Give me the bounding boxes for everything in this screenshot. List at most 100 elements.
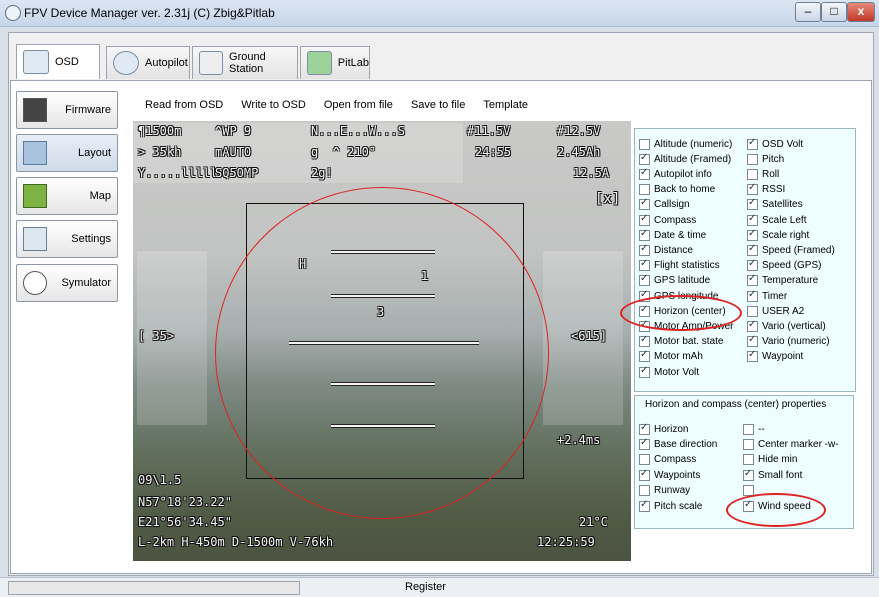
sidebar-settings-button[interactable]: Settings — [16, 220, 118, 258]
sidebar-map-button[interactable]: Map — [16, 177, 118, 215]
checkbox-motor-mah[interactable]: Motor mAh — [639, 349, 703, 364]
checkbox-box[interactable] — [639, 485, 650, 497]
save-to-file-button[interactable]: Save to file — [402, 96, 474, 114]
checkbox-box[interactable] — [747, 213, 758, 226]
checkbox-box[interactable] — [743, 454, 754, 466]
checkbox-center-marker-w[interactable]: Center marker -w- — [743, 437, 839, 451]
template-button[interactable]: Template — [474, 96, 537, 114]
checkbox-box[interactable] — [639, 243, 650, 256]
checkbox-speed-gps[interactable]: Speed (GPS) — [747, 258, 821, 273]
checkbox-box[interactable] — [743, 468, 754, 481]
checkbox-box[interactable] — [639, 454, 650, 466]
register-label[interactable]: Register — [405, 581, 446, 593]
checkbox-user-a2[interactable]: USER A2 — [747, 304, 804, 318]
checkbox-box[interactable] — [639, 197, 650, 211]
checkbox-box[interactable] — [639, 349, 650, 363]
checkbox-box[interactable] — [747, 319, 758, 332]
checkbox-motor-bat-state[interactable]: Motor bat. state — [639, 334, 723, 349]
checkbox-box[interactable] — [743, 438, 754, 450]
checkbox-pitch-scale[interactable]: Pitch scale — [639, 499, 702, 513]
checkbox-box[interactable] — [639, 184, 650, 196]
checkbox-small-font[interactable]: Small font — [743, 468, 802, 482]
read-from-osd-button[interactable]: Read from OSD — [136, 96, 232, 114]
checkbox-[interactable]: -- — [743, 422, 765, 436]
checkbox-label: Waypoint — [762, 351, 804, 363]
tab-autopilot[interactable]: Autopilot — [106, 46, 190, 79]
checkbox-gps-latitude[interactable]: GPS latitude — [639, 273, 710, 288]
checkbox-box[interactable] — [747, 197, 758, 211]
maximize-button[interactable]: □ — [821, 2, 847, 22]
write-to-osd-button[interactable]: Write to OSD — [232, 96, 315, 114]
checkbox-box[interactable] — [747, 334, 758, 348]
tab-ground-station[interactable]: Ground Station — [192, 46, 298, 79]
open-from-file-button[interactable]: Open from file — [315, 96, 402, 114]
osd-preview[interactable]: ¶1500m ^WP 9 N...E...W...S #11.5V #12.5V… — [133, 121, 631, 561]
checkbox-box[interactable] — [639, 273, 650, 287]
close-button[interactable]: x — [847, 2, 875, 22]
checkbox-callsign[interactable]: Callsign — [639, 197, 690, 212]
checkbox-box[interactable] — [639, 228, 650, 241]
checkbox-box[interactable] — [747, 168, 758, 180]
checkbox-back-to-home[interactable]: Back to home — [639, 183, 715, 197]
checkbox-box[interactable] — [743, 423, 754, 435]
osd-speed: > 35kh — [138, 145, 182, 159]
osd-gforce: 2g! — [311, 166, 333, 180]
checkbox-scale-right[interactable]: Scale right — [747, 228, 809, 242]
checkbox-box[interactable] — [639, 499, 650, 512]
checkbox-vario-numeric[interactable]: Vario (numeric) — [747, 334, 830, 349]
checkbox-temperature[interactable]: Temperature — [747, 273, 818, 288]
status-bar: Register — [0, 577, 879, 597]
checkbox-box[interactable] — [639, 437, 650, 450]
checkbox-compass[interactable]: Compass — [639, 453, 696, 467]
checkbox-box[interactable] — [747, 305, 758, 317]
tab-pitlab[interactable]: PitLab — [300, 46, 370, 79]
sidebar-firmware-button[interactable]: Firmware — [16, 91, 118, 129]
checkbox-box[interactable] — [639, 213, 650, 226]
tab-osd[interactable]: OSD — [16, 44, 100, 79]
checkbox-box[interactable] — [639, 167, 650, 180]
checkbox-distance[interactable]: Distance — [639, 243, 693, 257]
checkbox-vario-vertical[interactable]: Vario (vertical) — [747, 319, 826, 333]
checkbox-box[interactable] — [747, 137, 758, 150]
checkbox-speed-framed[interactable]: Speed (Framed) — [747, 243, 835, 257]
checkbox-box[interactable] — [747, 289, 758, 302]
checkbox-waypoints[interactable]: Waypoints — [639, 468, 700, 482]
checkbox-satellites[interactable]: Satellites — [747, 197, 803, 212]
checkbox-runway[interactable]: Runway — [639, 484, 690, 498]
checkbox-timer[interactable]: Timer — [747, 289, 787, 303]
checkbox-box[interactable] — [747, 258, 758, 272]
checkbox-motor-volt[interactable]: Motor Volt — [639, 365, 699, 379]
checkbox-roll[interactable]: Roll — [747, 167, 779, 181]
checkbox-box[interactable] — [639, 138, 650, 150]
checkbox-box[interactable] — [639, 152, 650, 165]
checkbox-waypoint[interactable]: Waypoint — [747, 349, 804, 364]
checkbox-base-direction[interactable]: Base direction — [639, 437, 717, 451]
checkbox-box[interactable] — [747, 153, 758, 165]
checkbox-box[interactable] — [639, 258, 650, 272]
osd-compass-tape: N...E...W...S — [311, 124, 405, 138]
checkbox-box[interactable] — [639, 468, 650, 481]
checkbox-rssi[interactable]: RSSI — [747, 182, 785, 197]
checkbox-box[interactable] — [747, 243, 758, 256]
checkbox-pitch[interactable]: Pitch — [747, 152, 784, 166]
sidebar-layout-button[interactable]: Layout — [16, 134, 118, 172]
sidebar-symulator-button[interactable]: Symulator — [16, 264, 118, 302]
checkbox-horizon[interactable]: Horizon — [639, 422, 688, 436]
checkbox-box[interactable] — [747, 182, 758, 196]
checkbox-altitude-numeric[interactable]: Altitude (numeric) — [639, 137, 732, 151]
checkbox-osd-volt[interactable]: OSD Volt — [747, 137, 803, 151]
checkbox-autopilot-info[interactable]: Autopilot info — [639, 167, 712, 181]
checkbox-compass[interactable]: Compass — [639, 213, 696, 227]
checkbox-flight-statistics[interactable]: Flight statistics — [639, 258, 720, 273]
checkbox-box[interactable] — [639, 334, 650, 348]
checkbox-box[interactable] — [747, 273, 758, 287]
checkbox-date-time[interactable]: Date & time — [639, 228, 706, 242]
checkbox-box[interactable] — [747, 228, 758, 241]
minimize-button[interactable]: – — [795, 2, 821, 22]
checkbox-box[interactable] — [639, 365, 650, 378]
checkbox-box[interactable] — [639, 422, 650, 435]
checkbox-scale-left[interactable]: Scale Left — [747, 213, 806, 227]
checkbox-box[interactable] — [747, 349, 758, 363]
checkbox-hide-min[interactable]: Hide min — [743, 453, 797, 467]
checkbox-altitude-framed[interactable]: Altitude (Framed) — [639, 152, 731, 166]
